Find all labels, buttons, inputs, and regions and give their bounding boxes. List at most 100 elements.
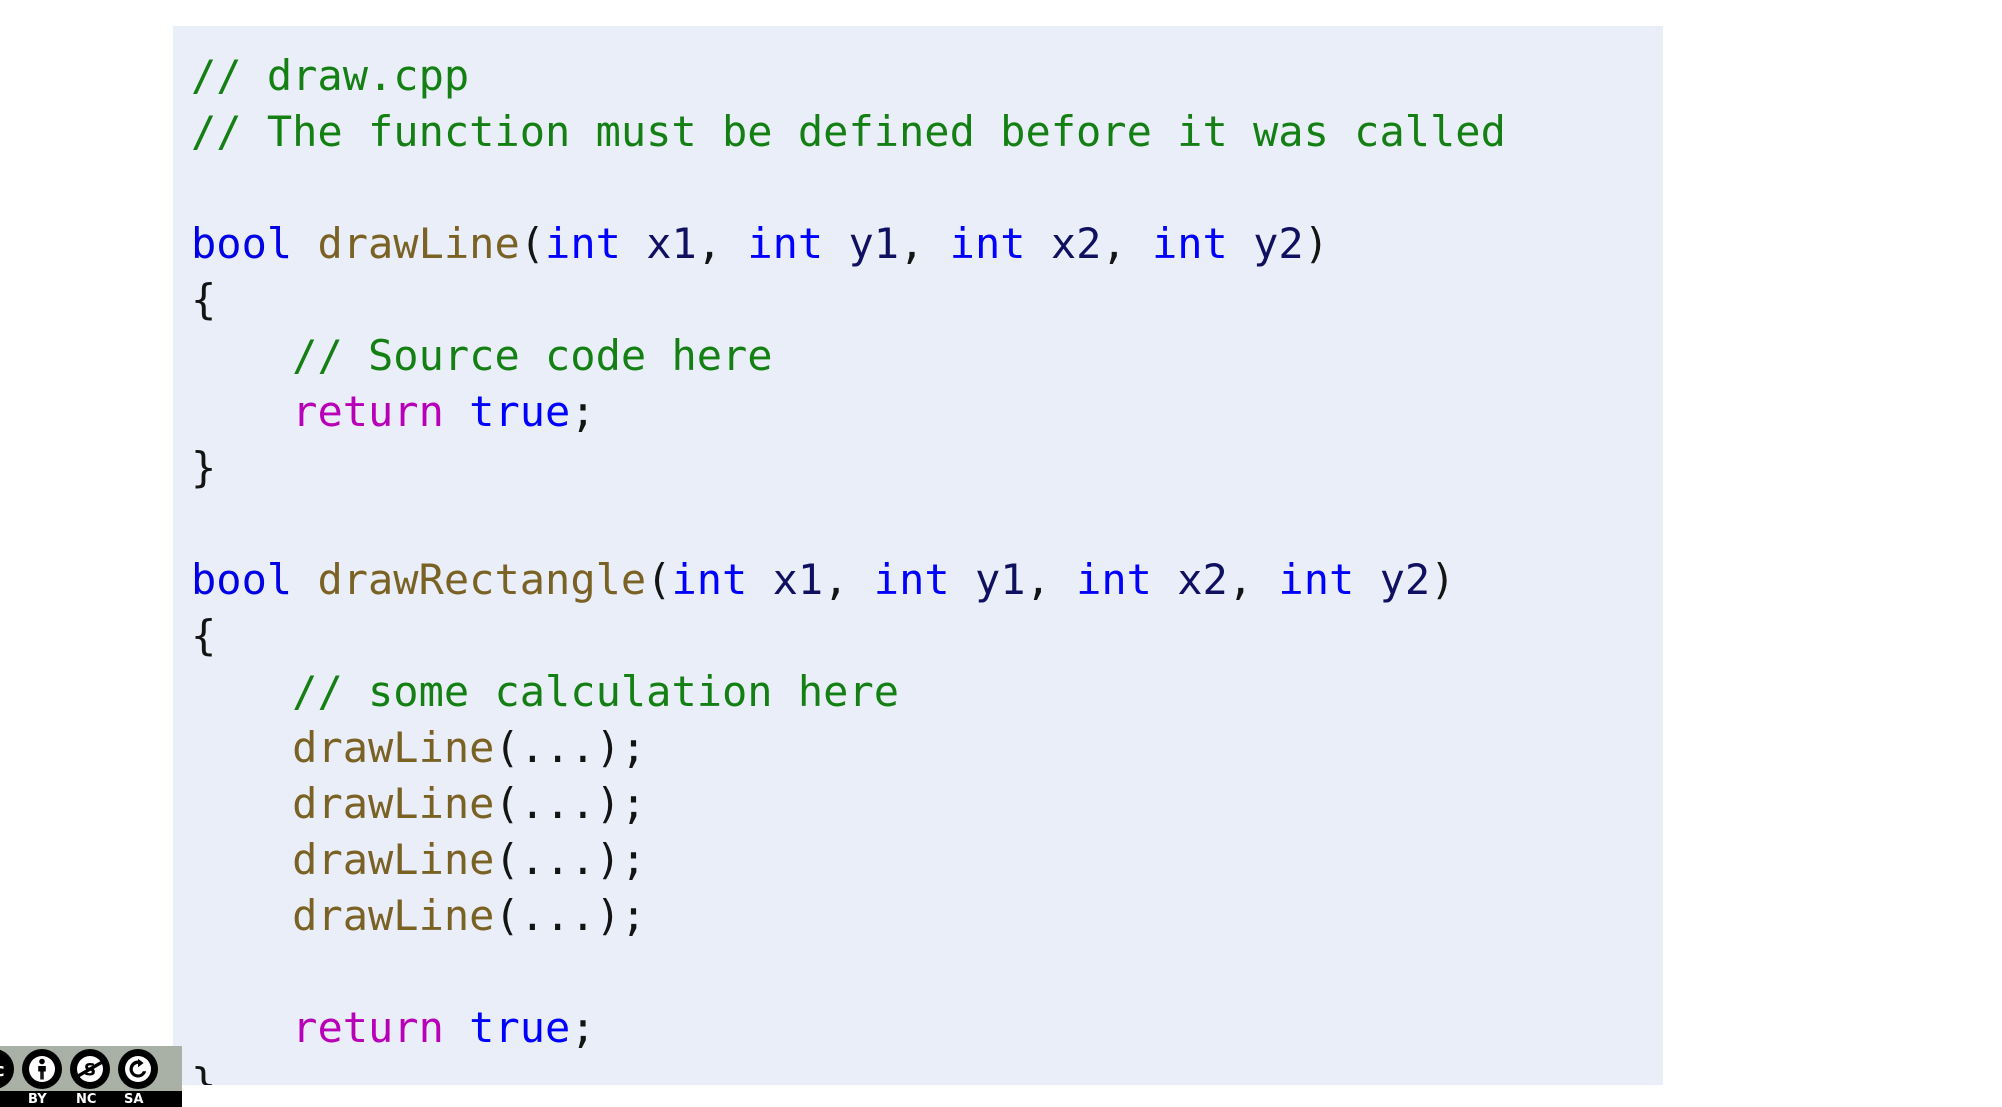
code-token: y1	[848, 219, 900, 268]
badge-term-sa: SA	[124, 1092, 144, 1107]
code-line: drawLine(...);	[191, 888, 1663, 944]
code-token: int	[949, 219, 1026, 268]
code-token: ;	[570, 1003, 596, 1052]
code-token: int	[1076, 555, 1152, 604]
code-token: }	[191, 443, 217, 492]
code-token: (...);	[494, 835, 647, 884]
code-token: x2	[1177, 555, 1228, 604]
code-line: return true;	[191, 1000, 1663, 1056]
code-token: (	[646, 555, 672, 604]
code-token: }	[191, 1059, 217, 1085]
code-token: // some calculation here	[292, 667, 900, 716]
svg-text:cc: cc	[0, 1060, 5, 1081]
share-alike-icon	[118, 1049, 158, 1089]
code-line: drawLine(...);	[191, 776, 1663, 832]
code-token: drawLine	[292, 779, 495, 828]
cc-by-nc-sa-badge[interactable]: cc S BY NC SA	[0, 1046, 182, 1107]
code-line: // Source code here	[191, 328, 1663, 384]
code-token: ,	[1025, 555, 1077, 604]
code-token: y1	[974, 555, 1026, 604]
code-token: return	[292, 1003, 444, 1052]
code-token: ,	[1227, 555, 1279, 604]
code-token: int	[671, 555, 748, 604]
code-block[interactable]: // draw.cpp // The function must be defin…	[173, 26, 1663, 1085]
code-line-list: // draw.cpp // The function must be defin…	[191, 48, 1663, 1085]
code-token: {	[191, 275, 217, 324]
code-token: (...);	[494, 779, 647, 828]
code-token: (...);	[494, 891, 647, 940]
code-token: y2	[1253, 219, 1304, 268]
code-line: // some calculation here	[191, 664, 1663, 720]
code-token: ;	[570, 387, 596, 436]
code-token: bool	[191, 219, 293, 268]
code-token: true	[469, 1003, 571, 1052]
code-token: ,	[899, 219, 950, 268]
code-line: return true;	[191, 384, 1663, 440]
code-token: // The function must be defined before i…	[191, 107, 1506, 156]
code-token: true	[469, 387, 571, 436]
code-line: // draw.cpp	[191, 48, 1663, 104]
code-token: y2	[1379, 555, 1431, 604]
code-line: {	[191, 608, 1663, 664]
non-commercial-dollar-icon: S	[70, 1049, 110, 1089]
code-token: // draw.cpp	[191, 51, 470, 100]
code-line: // The function must be defined before i…	[191, 104, 1663, 160]
badge-term-by: BY	[28, 1092, 47, 1107]
code-token: drawLine	[292, 723, 495, 772]
code-token: drawLine	[317, 219, 520, 268]
code-token: drawRectangle	[317, 555, 647, 604]
code-line: {	[191, 272, 1663, 328]
code-token: )	[1303, 219, 1330, 268]
code-token: int	[1151, 219, 1228, 268]
badge-term-nc: NC	[76, 1092, 97, 1107]
code-token: x1	[772, 555, 824, 604]
code-token: (...);	[494, 723, 647, 772]
code-token: drawLine	[292, 891, 495, 940]
code-line: drawLine(...);	[191, 720, 1663, 776]
code-line: drawLine(...);	[191, 832, 1663, 888]
code-token: ,	[823, 555, 874, 604]
code-token: x1	[646, 219, 697, 268]
code-token: x2	[1050, 219, 1102, 268]
attribution-person-icon	[22, 1049, 62, 1089]
badge-term-labels: BY NC SA	[0, 1091, 182, 1107]
code-token: bool	[191, 555, 293, 604]
code-token: )	[1430, 555, 1456, 604]
code-token: int	[873, 555, 950, 604]
code-token: ,	[696, 219, 748, 268]
code-token: int	[1278, 555, 1355, 604]
code-token: {	[191, 611, 217, 660]
code-token: ,	[1101, 219, 1152, 268]
code-line: bool drawLine(int x1, int y1, int x2, in…	[191, 216, 1663, 272]
code-token: int	[545, 219, 621, 268]
code-token: // Source code here	[292, 331, 773, 380]
code-token: return	[292, 387, 444, 436]
code-token: drawLine	[292, 835, 495, 884]
code-line: }	[191, 440, 1663, 496]
code-token: int	[747, 219, 824, 268]
code-token: (	[519, 219, 546, 268]
